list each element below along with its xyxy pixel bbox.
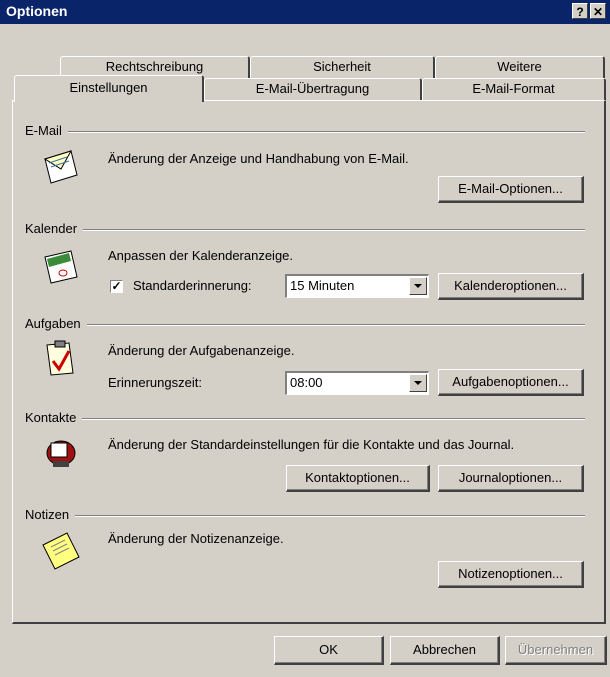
tasks-description: Änderung der Aufgabenanzeige. [108,343,295,358]
contact-options-button[interactable]: Kontaktoptionen... [286,465,430,492]
divider [25,515,585,517]
tab-panel: E-Mail Änderung der Anzeige und Handhabu… [12,100,606,624]
button-label: E-Mail-Optionen... [458,181,563,196]
reminder-time-label: Erinnerungszeit: [108,375,202,390]
title-bar[interactable]: Optionen ? ✕ [0,0,610,24]
email-options-button[interactable]: E-Mail-Optionen... [438,176,584,203]
clipboard-check-icon [39,339,79,379]
section-title-email: E-Mail [25,123,68,138]
button-label: Kontaktoptionen... [305,470,410,485]
cancel-button[interactable]: Abbrechen [390,636,500,665]
button-label: Abbrechen [413,642,476,657]
section-title-contacts: Kontakte [25,410,83,425]
window-title: Optionen [6,3,68,19]
tab-label: E-Mail-Übertragung [255,81,370,96]
tab-email-uebertragung[interactable]: E-Mail-Übertragung [204,78,422,100]
tab-label: Weitere [497,59,542,74]
reminder-select[interactable]: 15 Minuten [285,274,429,298]
button-label: OK [319,642,338,657]
reminder-time-value: 08:00 [290,375,323,390]
reminder-time-select[interactable]: 08:00 [285,371,429,395]
help-button[interactable]: ? [572,3,588,19]
divider [25,324,585,326]
divider [25,229,585,231]
close-icon: ✕ [592,5,604,19]
notes-description: Änderung der Notizenanzeige. [108,531,284,546]
tab-label: Einstellungen [69,80,148,95]
divider [25,418,585,420]
section-title-tasks: Aufgaben [25,316,87,331]
section-title-notes: Notizen [25,507,76,522]
chevron-down-icon[interactable] [409,277,427,295]
ok-button[interactable]: OK [274,636,384,665]
button-label: Notizenoptionen... [458,566,563,581]
tab-label: Sicherheit [313,59,371,74]
email-description: Änderung der Anzeige und Handhabung von … [108,151,409,166]
notes-options-button[interactable]: Notizenoptionen... [438,561,584,588]
tab-label: Rechtschreibung [105,59,204,74]
envelope-icon [41,147,81,187]
calendar-description: Anpassen der Kalenderanzeige. [108,248,294,263]
reminder-value: 15 Minuten [290,278,355,293]
apply-button[interactable]: Übernehmen [505,636,607,665]
options-dialog: Optionen ? ✕ Rechtschreibung Sicherheit … [0,0,610,677]
calendar-options-button[interactable]: Kalenderoptionen... [438,273,584,300]
button-label: Kalenderoptionen... [454,278,567,293]
help-icon: ? [576,5,584,19]
tab-label: E-Mail-Format [472,81,555,96]
journal-options-button[interactable]: Journaloptionen... [438,465,584,492]
tab-weitere[interactable]: Weitere [435,56,605,78]
tab-email-format[interactable]: E-Mail-Format [422,78,606,100]
calendar-icon [41,247,81,287]
section-title-calendar: Kalender [25,221,84,236]
task-options-button[interactable]: Aufgabenoptionen... [438,369,584,396]
button-label: Journaloptionen... [458,470,563,485]
rolodex-icon [41,431,81,471]
reminder-label: Standarderinnerung: [133,278,252,293]
tab-sicherheit[interactable]: Sicherheit [250,56,435,78]
tab-einstellungen[interactable]: Einstellungen [14,75,204,102]
reminder-checkbox[interactable]: ✓ [110,280,123,293]
sticky-note-icon [41,531,81,571]
close-button[interactable]: ✕ [590,3,606,19]
contacts-description: Änderung der Standardeinstellungen für d… [108,437,515,452]
chevron-down-icon[interactable] [409,374,427,392]
divider [25,131,585,133]
button-label: Übernehmen [517,642,594,657]
button-label: Aufgabenoptionen... [452,374,569,389]
